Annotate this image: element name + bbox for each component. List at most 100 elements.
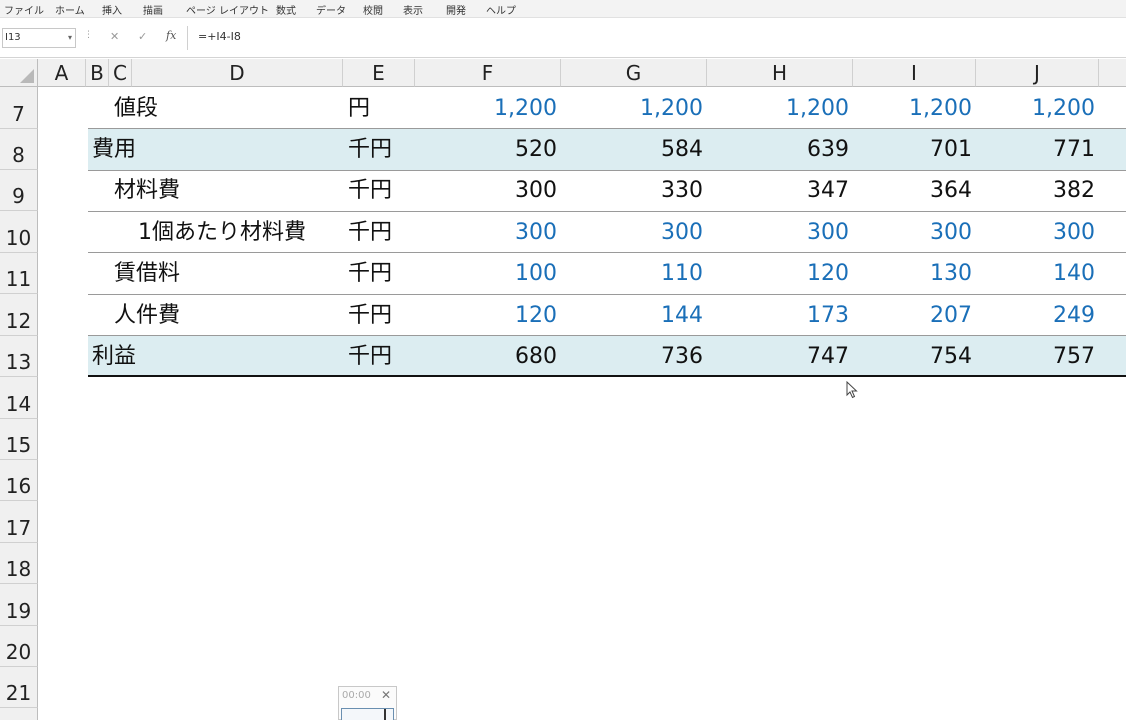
- col-header-b[interactable]: B: [86, 59, 109, 87]
- ribbon-tabs: ファイル ホーム 挿入 描画 ページ レイアウト 数式 データ 校閲 表示 開発…: [0, 0, 1126, 18]
- cell-f13[interactable]: 680: [415, 336, 557, 377]
- row-header-7[interactable]: 7: [0, 87, 38, 129]
- row-header-16[interactable]: 16: [0, 460, 38, 501]
- col-header-a[interactable]: A: [38, 59, 86, 87]
- close-icon[interactable]: ✕: [381, 688, 391, 702]
- col-header-d[interactable]: D: [132, 59, 343, 87]
- cell-h9[interactable]: 347: [707, 170, 849, 211]
- enter-icon[interactable]: ✓: [138, 30, 147, 43]
- cell-h11[interactable]: 120: [707, 253, 849, 294]
- row-header-19[interactable]: 19: [0, 584, 38, 626]
- cell-g10[interactable]: 300: [561, 212, 703, 253]
- cell-g11[interactable]: 110: [561, 253, 703, 294]
- cell-j7[interactable]: 1,200: [976, 88, 1095, 129]
- row-header-12[interactable]: 12: [0, 294, 38, 336]
- row-header-15[interactable]: 15: [0, 419, 38, 460]
- row-header-10[interactable]: 10: [0, 211, 38, 253]
- cell-b8[interactable]: 費用: [92, 129, 136, 170]
- col-header-f[interactable]: F: [415, 59, 561, 87]
- cell-h10[interactable]: 300: [707, 212, 849, 253]
- formula-input[interactable]: =+I4-I8: [198, 30, 241, 43]
- cell-e13[interactable]: 千円: [348, 336, 392, 377]
- cell-f12[interactable]: 120: [415, 295, 557, 336]
- row-header-20[interactable]: 20: [0, 626, 38, 667]
- cell-g13[interactable]: 736: [561, 336, 703, 377]
- cell-h12[interactable]: 173: [707, 295, 849, 336]
- cell-h7[interactable]: 1,200: [707, 88, 849, 129]
- cell-g12[interactable]: 144: [561, 295, 703, 336]
- cell-f7[interactable]: 1,200: [415, 88, 557, 129]
- cell-i11[interactable]: 130: [853, 253, 972, 294]
- row-header-21[interactable]: 21: [0, 667, 38, 708]
- cell-e7[interactable]: 円: [348, 88, 370, 129]
- cell-c12[interactable]: 人件費: [114, 295, 180, 336]
- cell-j8[interactable]: 771: [976, 129, 1095, 170]
- select-all-corner[interactable]: [0, 59, 38, 87]
- insert-function-icon[interactable]: fx: [166, 29, 176, 42]
- name-box[interactable]: I13 ▾: [2, 28, 76, 48]
- tab-insert[interactable]: 挿入: [102, 2, 122, 17]
- cell-e9[interactable]: 千円: [348, 170, 392, 211]
- more-options-icon[interactable]: ⋮: [84, 30, 93, 40]
- row-header-9[interactable]: 9: [0, 170, 38, 211]
- cell-i10[interactable]: 300: [853, 212, 972, 253]
- cell-c9[interactable]: 材料費: [114, 170, 180, 211]
- cell-g7[interactable]: 1,200: [561, 88, 703, 129]
- tab-formulas[interactable]: 数式: [276, 2, 296, 17]
- cell-e8[interactable]: 千円: [348, 129, 392, 170]
- cell-b13[interactable]: 利益: [92, 336, 136, 377]
- cell-j12[interactable]: 249: [976, 295, 1095, 336]
- col-header-c[interactable]: C: [109, 59, 132, 87]
- cell-f10[interactable]: 300: [415, 212, 557, 253]
- cell-j13[interactable]: 757: [976, 336, 1095, 377]
- col-header-g[interactable]: G: [561, 59, 707, 87]
- cell-g9[interactable]: 330: [561, 170, 703, 211]
- cell-i7[interactable]: 1,200: [853, 88, 972, 129]
- tab-home[interactable]: ホーム: [55, 2, 85, 17]
- row-header-13[interactable]: 13: [0, 336, 38, 377]
- tab-review[interactable]: 校閲: [363, 2, 383, 17]
- row-header-14[interactable]: 14: [0, 377, 38, 419]
- timer-control[interactable]: [341, 708, 394, 720]
- tab-file[interactable]: ファイル: [4, 2, 44, 17]
- cell-i8[interactable]: 701: [853, 129, 972, 170]
- row-header-8[interactable]: 8: [0, 129, 38, 170]
- row-header-22[interactable]: [0, 708, 38, 720]
- timer-widget: 00:00 ✕: [338, 686, 397, 720]
- cancel-icon[interactable]: ✕: [110, 30, 119, 43]
- tab-help[interactable]: ヘルプ: [486, 2, 516, 17]
- cell-g8[interactable]: 584: [561, 129, 703, 170]
- row-header-11[interactable]: 11: [0, 253, 38, 294]
- tab-view[interactable]: 表示: [403, 2, 423, 17]
- cell-d10[interactable]: 1個あたり材料費: [138, 212, 306, 253]
- tab-developer[interactable]: 開発: [446, 2, 466, 17]
- col-header-next[interactable]: [1099, 59, 1126, 87]
- cell-f11[interactable]: 100: [415, 253, 557, 294]
- tab-page-layout[interactable]: ページ レイアウト: [186, 2, 269, 17]
- col-header-i[interactable]: I: [853, 59, 976, 87]
- cell-h8[interactable]: 639: [707, 129, 849, 170]
- tab-data[interactable]: データ: [316, 2, 346, 17]
- row-header-18[interactable]: 18: [0, 543, 38, 584]
- row-header-17[interactable]: 17: [0, 501, 38, 543]
- cell-f9[interactable]: 300: [415, 170, 557, 211]
- cell-i9[interactable]: 364: [853, 170, 972, 211]
- cell-f8[interactable]: 520: [415, 129, 557, 170]
- col-header-h[interactable]: H: [707, 59, 853, 87]
- cell-j10[interactable]: 300: [976, 212, 1095, 253]
- cell-d7[interactable]: 値段: [114, 88, 158, 129]
- tab-draw[interactable]: 描画: [143, 2, 163, 17]
- cell-i13[interactable]: 754: [853, 336, 972, 377]
- cell-j9[interactable]: 382: [976, 170, 1095, 211]
- cell-j11[interactable]: 140: [976, 253, 1095, 294]
- chevron-down-icon[interactable]: ▾: [68, 29, 72, 47]
- col-header-j[interactable]: J: [976, 59, 1099, 87]
- cell-i12[interactable]: 207: [853, 295, 972, 336]
- cell-c11[interactable]: 賃借料: [114, 253, 180, 294]
- cell-e11[interactable]: 千円: [348, 253, 392, 294]
- cell-e10[interactable]: 千円: [348, 212, 392, 253]
- cell-h13[interactable]: 747: [707, 336, 849, 377]
- cell-e12[interactable]: 千円: [348, 295, 392, 336]
- col-header-e[interactable]: E: [343, 59, 415, 87]
- mouse-cursor-icon: [846, 381, 858, 399]
